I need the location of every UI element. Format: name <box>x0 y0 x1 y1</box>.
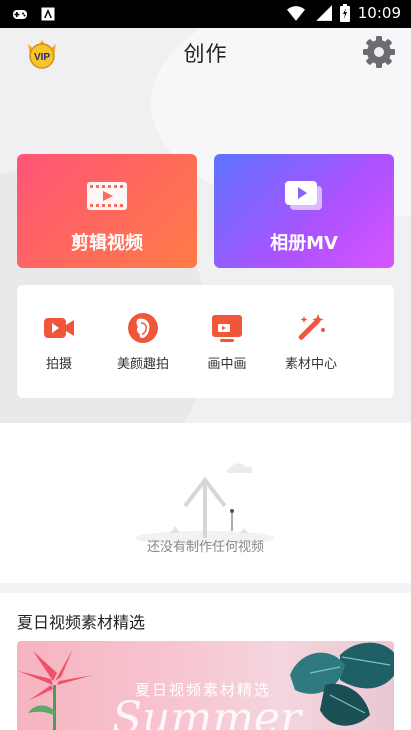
album-mv-card[interactable]: 相册MV <box>214 154 394 268</box>
battery-icon <box>339 4 350 22</box>
empty-state-illustration <box>135 463 275 545</box>
flower-decoration <box>18 649 93 730</box>
clock: 10:09 <box>357 4 401 22</box>
tool-shoot[interactable]: 拍摄 <box>19 311 99 372</box>
title-bar: VIP 创作 <box>0 28 411 76</box>
content-area: 还没有制作任何视频 夏日视频素材精选 夏日视频素材精选 Summer <box>0 423 411 730</box>
tool-shoot-label: 拍摄 <box>45 357 72 372</box>
featured-banner[interactable]: 夏日视频素材精选 Summer <box>17 641 394 730</box>
tools-panel: 拍摄 美颜趣拍 画中画 素材中心 <box>17 285 394 398</box>
featured-section-title: 夏日视频素材精选 <box>17 613 146 632</box>
page-title: 创作 <box>183 42 228 66</box>
album-play-icon <box>285 181 322 210</box>
film-icon <box>87 182 127 210</box>
tool-pip[interactable]: 画中画 <box>187 311 267 372</box>
edit-video-label: 剪辑视频 <box>71 233 143 254</box>
tool-beauty-label: 美颜趣拍 <box>116 357 169 372</box>
tool-materials[interactable]: 素材中心 <box>271 311 351 372</box>
signal-icon <box>316 5 332 21</box>
gamepad-icon <box>13 10 27 19</box>
tool-materials-label: 素材中心 <box>284 357 337 372</box>
store-icon <box>41 7 55 21</box>
banner-script-text: Summer <box>112 693 301 730</box>
face-beauty-icon <box>128 313 158 343</box>
magic-wand-icon <box>298 314 325 340</box>
status-bar: 10:09 <box>0 0 411 28</box>
gear-icon[interactable] <box>361 34 397 70</box>
edit-video-card[interactable]: 剪辑视频 <box>17 154 197 268</box>
picture-in-picture-icon <box>212 315 242 342</box>
video-camera-icon <box>44 318 74 338</box>
tool-beauty[interactable]: 美颜趣拍 <box>103 311 183 372</box>
tool-pip-label: 画中画 <box>207 357 247 372</box>
empty-state-message: 还没有制作任何视频 <box>146 540 264 555</box>
wifi-icon <box>286 6 305 21</box>
album-mv-label: 相册MV <box>270 233 338 254</box>
section-divider <box>0 583 411 593</box>
